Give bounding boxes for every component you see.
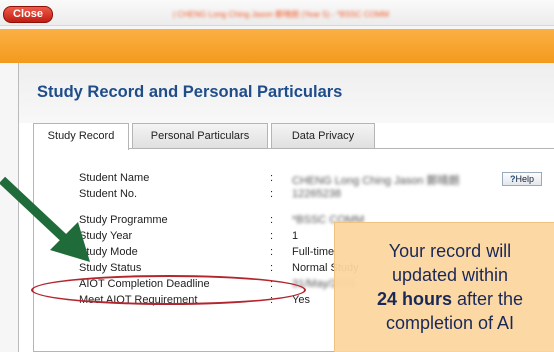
field-colon: : bbox=[270, 172, 274, 184]
field-colon: : bbox=[270, 262, 274, 274]
field-colon: : bbox=[270, 214, 274, 226]
tab-data-privacy[interactable]: Data Privacy bbox=[271, 123, 375, 149]
highlight-oval bbox=[31, 275, 306, 305]
page-title: Study Record and Personal Particulars bbox=[37, 83, 343, 101]
field-colon: : bbox=[270, 188, 274, 200]
window-title: | CHENG Long Ching Jason 鄭晴朗 (Year 5) - … bbox=[173, 10, 390, 19]
field-value-study-year: 1 bbox=[292, 230, 299, 242]
header-band bbox=[0, 29, 554, 63]
annotation-line: Your record will bbox=[388, 241, 512, 261]
help-button[interactable]: ?Help bbox=[502, 172, 542, 186]
tab-study-record[interactable]: Study Record bbox=[33, 123, 129, 150]
annotation-emphasis: 24 hours bbox=[376, 289, 452, 309]
field-label: Study Programme bbox=[79, 214, 168, 226]
field-label: Study Status bbox=[79, 262, 142, 274]
field-value-study-mode: Full-time bbox=[292, 246, 335, 258]
field-label: Study Year bbox=[79, 230, 133, 242]
page-header: Study Record and Personal Particulars bbox=[19, 63, 554, 123]
field-label: Student No. bbox=[79, 188, 138, 200]
field-label: Student Name bbox=[79, 172, 150, 184]
annotation-line: updated within bbox=[391, 265, 509, 285]
tab-bar: Study Record Personal Particulars Data P… bbox=[33, 123, 553, 150]
close-button[interactable]: Close bbox=[3, 6, 53, 23]
annotation-line: 24 hours after the bbox=[335, 287, 554, 311]
annotation-text: after the bbox=[457, 289, 524, 309]
field-colon: : bbox=[270, 246, 274, 258]
pointer-arrow-icon bbox=[0, 176, 90, 262]
annotation-note: Your record will updated within 24 hours… bbox=[334, 222, 554, 352]
help-label: Help bbox=[515, 174, 534, 184]
field-value-student-no: 12265238 bbox=[292, 188, 341, 200]
field-value-student-name: CHENG Long Ching Jason 鄭晴朗 bbox=[292, 175, 460, 187]
field-colon: : bbox=[270, 230, 274, 242]
tab-personal-particulars[interactable]: Personal Particulars bbox=[132, 123, 268, 149]
field-label: Study Mode bbox=[79, 246, 138, 258]
annotation-line: completion of AI bbox=[385, 313, 515, 333]
window-titlebar: Close | CHENG Long Ching Jason 鄭晴朗 (Year… bbox=[0, 0, 554, 26]
